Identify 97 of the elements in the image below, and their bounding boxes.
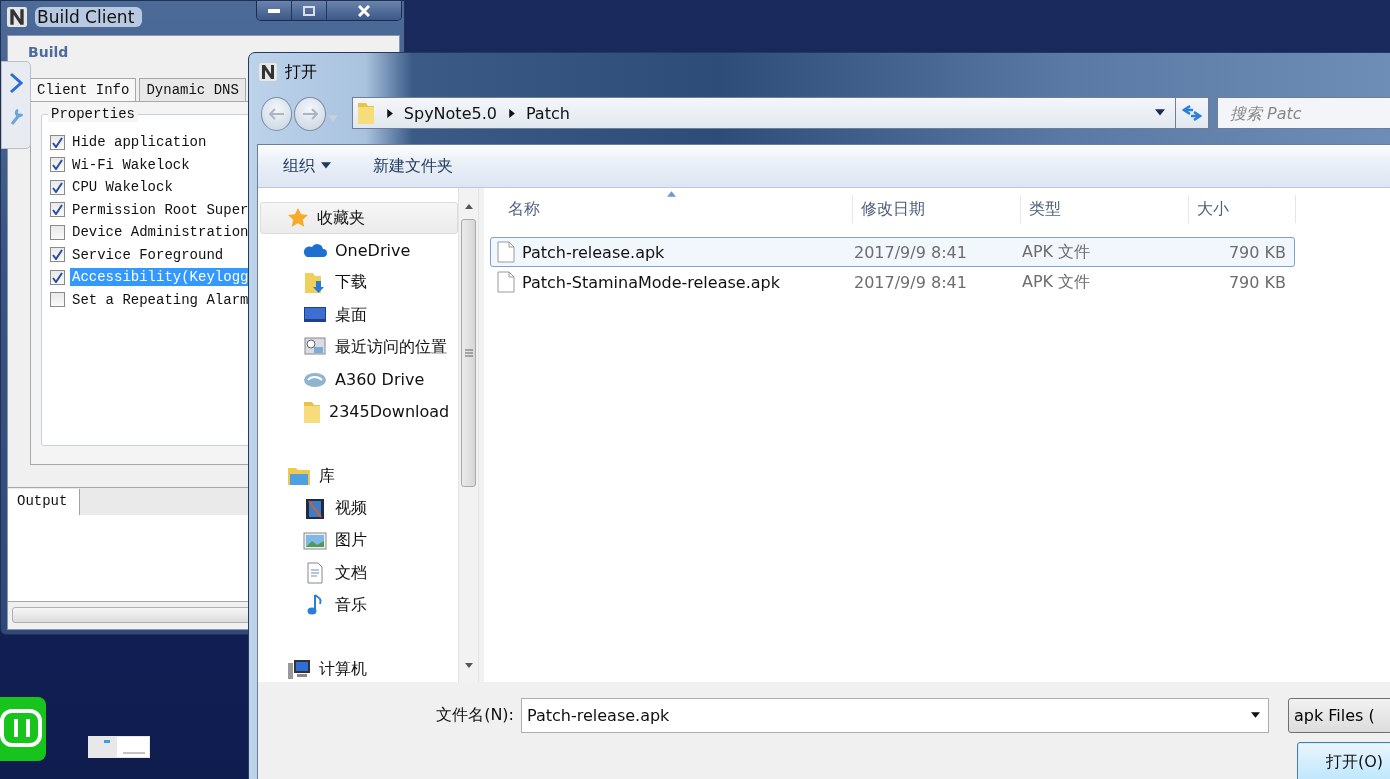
filename-field[interactable]: Patch-release.apk [521, 698, 1269, 733]
nav-item[interactable]: 桌面 [260, 298, 458, 332]
minimize-icon [268, 8, 280, 13]
column-header[interactable]: 类型 [1021, 195, 1189, 223]
maximize-icon [303, 5, 315, 16]
address-bar[interactable]: SpyNote5.0 Patch [351, 97, 1176, 129]
filename-field[interactable]: Patch-release.apk [522, 706, 1251, 725]
back-button[interactable] [261, 97, 293, 131]
file-type: APK 文件 [1022, 241, 1092, 263]
checkbox[interactable] [50, 134, 65, 150]
nav-item[interactable]: 视频 [260, 492, 458, 525]
option-label[interactable]: Hide application [70, 133, 209, 152]
maximize-button[interactable] [291, 1, 326, 20]
app-icon[interactable] [0, 697, 46, 761]
checkbox[interactable] [50, 157, 65, 173]
column-header[interactable]: 修改日期 [853, 195, 1021, 223]
checkbox[interactable] [50, 224, 65, 240]
checkbox[interactable] [50, 269, 65, 285]
breadcrumb[interactable]: SpyNote5.0 [403, 103, 497, 123]
search-field[interactable]: 搜索 Patc [1217, 97, 1390, 129]
nav-item[interactable]: 最近访问的位置 [260, 331, 458, 364]
library-icon [287, 465, 311, 488]
dialog-title: 打开 [285, 61, 317, 83]
nav-item[interactable]: 音乐 [260, 589, 458, 622]
history-caret-icon [327, 114, 338, 124]
nav-item[interactable]: 收藏夹 [260, 202, 458, 235]
file-icon [497, 271, 515, 293]
caret-icon [1154, 108, 1165, 118]
group-title: Properties [48, 106, 138, 122]
tab[interactable]: Dynamic DNS [139, 78, 246, 101]
file-row[interactable]: Patch-release.apk 2017/9/9 8:41 APK 文件 790 KB [490, 237, 1295, 267]
scroll-down-icon [464, 662, 473, 670]
option-label[interactable]: CPU Wakelock [70, 178, 175, 197]
option-label[interactable]: Set a Repeating Alarm [70, 290, 251, 309]
file-icon [497, 241, 515, 263]
checkbox[interactable] [50, 202, 65, 218]
column-header[interactable]: 名称 [490, 195, 853, 223]
open-button[interactable]: 打开(O) [1297, 742, 1390, 779]
nav-item[interactable]: OneDrive [260, 234, 458, 267]
chevron-icon [506, 108, 516, 118]
computer-icon [287, 658, 311, 681]
checkbox[interactable] [50, 292, 65, 308]
column-header[interactable]: 大小 [1189, 195, 1296, 223]
file-size: 790 KB [1227, 242, 1287, 262]
folder-icon [303, 399, 321, 424]
file-name: Patch-release.apk [522, 242, 666, 262]
nav-item[interactable]: A360 Drive [260, 363, 458, 396]
film-icon [303, 497, 327, 520]
file-row[interactable]: Patch-StaminaMode-release.apk 2017/9/9 8:41 APK 文件 790 KB [490, 267, 1295, 297]
option-label[interactable]: Permission Root Super [70, 200, 251, 219]
window-title: Build Client [35, 7, 143, 27]
minimize-button[interactable] [257, 1, 291, 20]
caret-icon [1251, 711, 1260, 720]
close-icon [358, 4, 370, 17]
nav-item[interactable]: 图片 [260, 524, 458, 557]
file-name: Patch-StaminaMode-release.apk [522, 272, 781, 292]
back-arrow-icon [268, 108, 285, 120]
chevron-icon [384, 108, 394, 118]
app-logo-icon [259, 63, 277, 81]
app-logo-icon [7, 7, 27, 27]
scroll-up-icon [464, 203, 473, 211]
option-label[interactable]: Service Foreground [70, 245, 226, 264]
nav-item[interactable]: 文档 [260, 556, 458, 590]
nav-item[interactable]: 下载 [260, 266, 458, 299]
forward-arrow-icon [302, 108, 319, 120]
tab[interactable]: Output [8, 489, 81, 515]
scrollbar[interactable] [458, 188, 479, 682]
screenshot-thumbnail-icon[interactable] [88, 736, 150, 758]
file-date: 2017/9/9 8:41 [854, 272, 968, 292]
option-label[interactable]: Device Administration [70, 223, 251, 242]
nav-item[interactable]: 库 [260, 460, 458, 493]
sort-arrow-icon [667, 190, 676, 199]
nav-item[interactable]: 2345Download [260, 395, 458, 429]
folder-icon [356, 101, 375, 125]
checkbox[interactable] [50, 179, 65, 195]
close-button[interactable] [326, 1, 401, 20]
file-size: 790 KB [1227, 272, 1287, 292]
grip-icon [464, 349, 473, 357]
picture-icon [303, 529, 327, 552]
breadcrumb[interactable]: Patch [525, 103, 570, 123]
download-folder-icon [303, 271, 327, 294]
checkbox[interactable] [50, 247, 65, 263]
wrench-icon[interactable] [9, 108, 23, 126]
file-type: APK 文件 [1022, 271, 1092, 293]
tab[interactable]: Client Info [30, 78, 137, 101]
file-type-dropdown[interactable]: apk Files ( [1288, 698, 1390, 733]
toolbar-button[interactable]: 组织 [283, 155, 331, 177]
section-title: Build [27, 43, 70, 62]
nav-item[interactable]: 计算机 [260, 653, 458, 682]
refresh-button[interactable] [1175, 97, 1209, 129]
forward-button[interactable] [294, 97, 326, 131]
option-label[interactable]: Wi-Fi Wakelock [70, 155, 192, 174]
filename-label: 文件名(N): [435, 705, 515, 726]
file-date: 2017/9/9 8:41 [854, 242, 968, 262]
toolbar-button[interactable]: 新建文件夹 [373, 155, 453, 177]
refresh-icon [1181, 104, 1202, 122]
caret-icon [321, 161, 331, 171]
